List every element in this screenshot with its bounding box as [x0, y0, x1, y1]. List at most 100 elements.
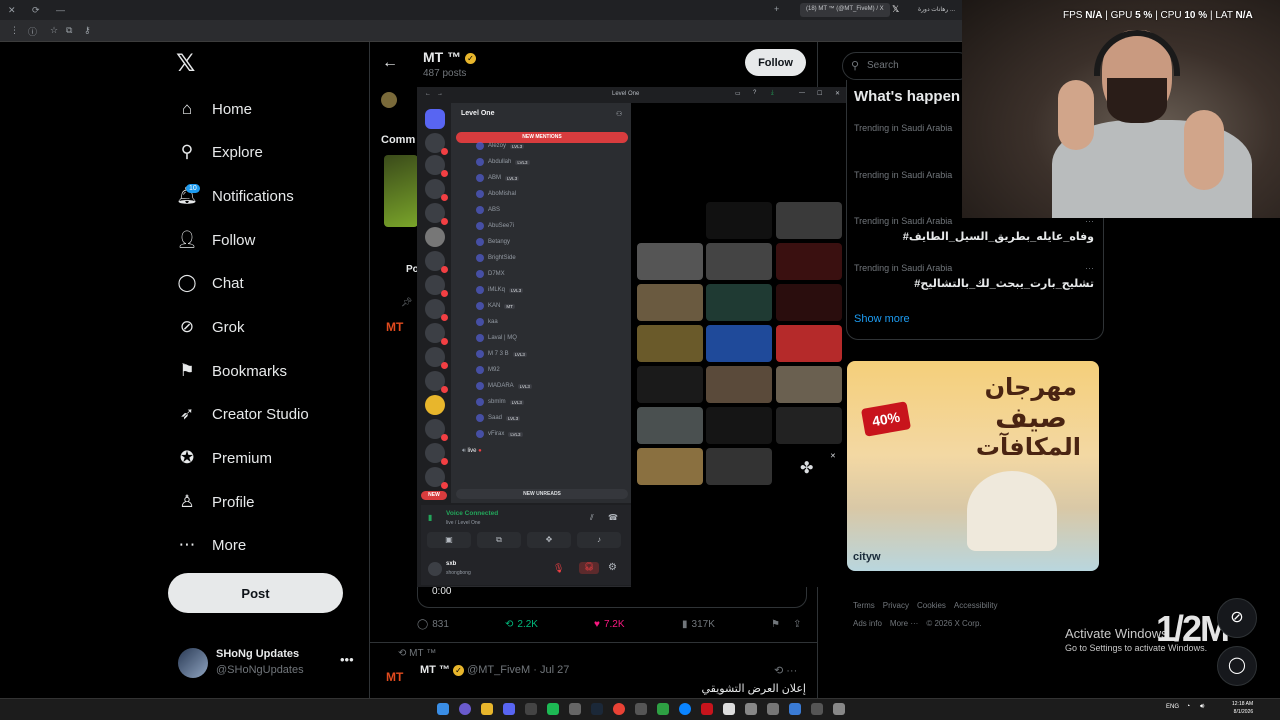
repost-button[interactable]: ⟲ 2.2K: [505, 619, 538, 630]
bookmark-button[interactable]: ⚑: [771, 619, 780, 630]
server-icon[interactable]: [425, 179, 448, 201]
help-icon[interactable]: ?: [753, 90, 756, 96]
server-name[interactable]: Level One: [461, 110, 494, 117]
sidebar-item-home[interactable]: ⌂ Home: [176, 95, 252, 123]
list-item[interactable]: AbuSee7i: [476, 220, 626, 232]
list-item[interactable]: MADARA LVL3: [476, 380, 626, 392]
new-tab-icon[interactable]: +: [774, 4, 779, 14]
app-icon[interactable]: [525, 703, 537, 715]
volume-icon[interactable]: 🔊︎: [1200, 703, 1204, 711]
forward-arrow-icon[interactable]: →: [437, 91, 443, 97]
sidebar-item-premium[interactable]: ✪ Premium: [176, 444, 272, 472]
server-icon[interactable]: [425, 371, 448, 393]
sidebar-item-profile[interactable]: ♙ Profile: [176, 488, 254, 516]
download-icon[interactable]: ⤓: [771, 90, 774, 97]
voice-channel-live[interactable]: 🔊︎ live ●: [462, 448, 482, 455]
wifi-icon[interactable]: ◔: [1186, 703, 1190, 710]
server-icon[interactable]: [425, 323, 448, 345]
windows-start-icon[interactable]: [437, 703, 449, 715]
server-icon[interactable]: [425, 443, 448, 465]
participant-tile[interactable]: [706, 366, 772, 403]
new-unreads-bar[interactable]: NEW UNREADS: [456, 489, 628, 499]
server-icon[interactable]: [425, 203, 448, 225]
more-icon[interactable]: ···: [1085, 263, 1094, 273]
server-icon[interactable]: [425, 467, 448, 489]
participant-tile[interactable]: [706, 448, 772, 485]
sidebar-item-follow[interactable]: 👤︎ Follow: [176, 226, 255, 254]
reply-button[interactable]: ◯ 831: [417, 619, 449, 630]
post-button[interactable]: Post: [168, 573, 343, 613]
server-icon[interactable]: [425, 299, 448, 321]
footer-link[interactable]: Ads info: [853, 619, 882, 628]
trend-item[interactable]: Trending in Saudi Arabia #وفاه_عايله_بطر…: [854, 216, 1094, 252]
list-item[interactable]: kaa: [476, 316, 626, 328]
participant-tile[interactable]: [776, 243, 842, 280]
app-icon[interactable]: [635, 703, 647, 715]
gear-icon[interactable]: [833, 703, 845, 715]
server-icon[interactable]: [425, 155, 448, 177]
steam-icon[interactable]: [591, 703, 603, 715]
close-icon[interactable]: ✕: [830, 452, 836, 460]
search-input[interactable]: ⚲ Search: [842, 52, 972, 80]
app-icon[interactable]: [767, 703, 779, 715]
account-switcher[interactable]: SHoNg Updates @SHoNgUpdates •••: [178, 646, 358, 680]
close-icon[interactable]: ✕: [835, 90, 840, 97]
star-icon[interactable]: ☆: [50, 25, 58, 36]
advertisement-banner[interactable]: مهرجان صيف المكافآت 40% cityw: [847, 361, 1099, 571]
avatar[interactable]: [428, 562, 442, 576]
sidebar-item-grok[interactable]: ⊘ Grok: [176, 313, 245, 341]
app-icon[interactable]: [701, 703, 713, 715]
server-icon[interactable]: [425, 109, 445, 129]
footer-link[interactable]: Privacy: [883, 601, 909, 610]
more-icon[interactable]: •••: [340, 652, 354, 667]
footer-link[interactable]: Cookies: [917, 601, 946, 610]
participant-tile[interactable]: [637, 243, 703, 280]
tab-x-profile[interactable]: (18) MT ™ (@MT_FiveM) / X: [800, 3, 890, 17]
list-item[interactable]: Alezoy LVL3: [476, 140, 626, 152]
list-item[interactable]: Laval | MQ: [476, 332, 626, 344]
screen-share-button[interactable]: ⧉: [477, 532, 521, 548]
app-icon[interactable]: [723, 703, 735, 715]
restore-icon[interactable]: ⟳: [32, 5, 40, 16]
participant-tile[interactable]: [776, 366, 842, 403]
sidebar-item-more[interactable]: ⋯ More: [176, 531, 247, 559]
back-arrow-icon[interactable]: ←: [425, 91, 431, 97]
app-icon[interactable]: [789, 703, 801, 715]
close-icon[interactable]: ✕: [8, 5, 16, 16]
system-clock[interactable]: 12:18 AM 8/1/2026: [1232, 700, 1253, 716]
participant-tile[interactable]: [637, 366, 703, 403]
participant-tile[interactable]: [637, 325, 703, 362]
camera-button[interactable]: ▣: [427, 532, 471, 548]
soundboard-button[interactable]: ♪: [577, 532, 621, 548]
info-icon[interactable]: ⓘ: [28, 25, 37, 38]
views-button[interactable]: ▮ 317K: [682, 619, 715, 630]
chat-icon[interactable]: ◯: [1217, 646, 1257, 686]
sidebar-item-explore[interactable]: ⚲ Explore: [176, 138, 263, 166]
list-item[interactable]: ABM LVL3: [476, 172, 626, 184]
deafen-icon[interactable]: 🎧︎: [579, 562, 599, 574]
list-item[interactable]: BrightSide: [476, 252, 626, 264]
activities-button[interactable]: ✥: [527, 532, 571, 548]
participant-tile[interactable]: [637, 407, 703, 444]
back-arrow-icon[interactable]: ←: [382, 54, 398, 72]
sidebar-item-notifications[interactable]: 🔔︎ 10 Notifications: [176, 182, 294, 210]
list-item[interactable]: Saad LVL3: [476, 412, 626, 424]
x-logo[interactable]: 𝕏: [176, 52, 200, 76]
server-icon[interactable]: [425, 275, 448, 297]
footer-link[interactable]: More ···: [890, 619, 918, 628]
list-item[interactable]: iMLKq LVL3: [476, 284, 626, 296]
participant-tile[interactable]: [776, 325, 842, 362]
list-item[interactable]: vFirax LVL3: [476, 428, 626, 440]
server-icon[interactable]: [425, 347, 448, 369]
app-icon[interactable]: [657, 703, 669, 715]
menu-icon[interactable]: ⋮: [10, 25, 19, 36]
server-icon[interactable]: [425, 227, 445, 247]
participant-tile[interactable]: [706, 202, 772, 239]
participant-tile[interactable]: [637, 284, 703, 321]
participant-tile[interactable]: [637, 448, 703, 485]
list-item[interactable]: Betangy: [476, 236, 626, 248]
list-item[interactable]: sbmlm LVL3: [476, 396, 626, 408]
show-more-link[interactable]: Show more: [854, 313, 910, 325]
mute-icon[interactable]: 🎙︎: [553, 563, 564, 574]
sidebar-item-chat[interactable]: ◯ Chat: [176, 269, 243, 297]
